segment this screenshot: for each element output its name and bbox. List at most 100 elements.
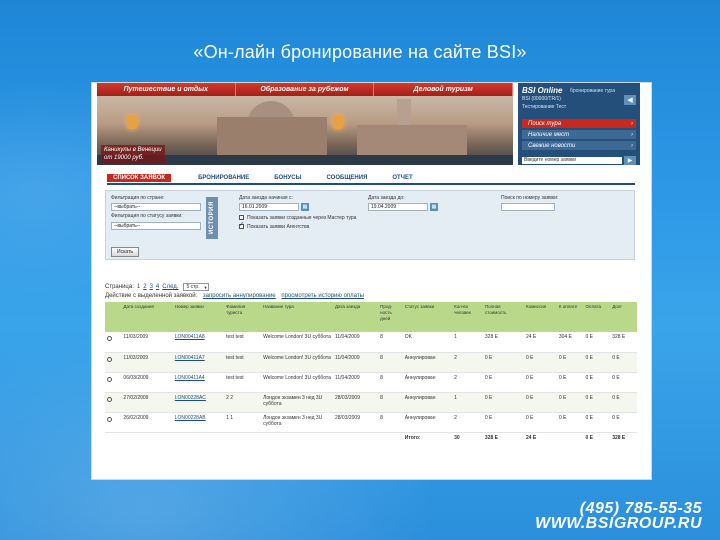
page-link-2[interactable]: 2 [143, 284, 146, 290]
table-cell[interactable]: LON00411A4 [172, 372, 225, 393]
tab-report[interactable]: ОТЧЕТ [392, 175, 412, 181]
topnav-business[interactable]: Деловой туризм [374, 83, 514, 96]
calendar-icon[interactable]: ▦ [301, 203, 309, 211]
table-cell: 0 Е [523, 352, 557, 373]
date-to-input[interactable]: 19.04.2009 [368, 203, 428, 211]
calendar-icon[interactable]: ▦ [430, 203, 438, 211]
arrow-right-icon[interactable]: ▶ [624, 156, 636, 165]
pagination-label: Страница: [105, 284, 134, 290]
country-select[interactable]: --выбрать-- [111, 203, 201, 211]
row-radio[interactable] [107, 376, 112, 382]
table-header-row: Дата создания Номер заявки Фамилия турис… [105, 302, 637, 332]
menu-item-tour-search[interactable]: Поиск тура › [522, 119, 636, 128]
table-cell: 11/03/2009 [121, 332, 173, 353]
table-cell: 2 [452, 412, 483, 433]
header-to-pay: К оплате [556, 302, 584, 332]
chevron-down-icon: ▼ [203, 284, 208, 290]
page-link-3[interactable]: 3 [150, 284, 153, 290]
tab-bonuses[interactable]: БОНУСЫ [274, 175, 301, 181]
table-cell: Аннулирован [402, 352, 453, 373]
order-search-input[interactable] [501, 203, 555, 211]
table-row[interactable]: 11/03/2009 LON00411A7 test test Welcome Lon… [105, 352, 637, 373]
orders-table: Дата создания Номер заявки Фамилия турис… [105, 302, 637, 443]
total-cell [121, 432, 172, 443]
status-select[interactable]: --выбрать-- [111, 222, 201, 230]
tab-messages[interactable]: СООБЩЕНИЯ [326, 175, 367, 181]
next-page-link[interactable]: След. [162, 284, 178, 290]
total-cell: 328 Е [612, 434, 626, 441]
order-search-label: Поиск по номеру заявки: [501, 195, 559, 201]
master-tour-label: Показать заявки созданные через Мастер т… [247, 215, 357, 221]
footer-url: WWW.BSIGROUP.RU [535, 515, 702, 532]
table-cell: 24 Е [523, 332, 557, 353]
master-tour-checkbox[interactable] [239, 215, 244, 220]
top-nav: Путешествие и отдых Образование за рубеж… [97, 83, 514, 96]
row-select-cell [105, 392, 122, 413]
table-cell[interactable]: LON00411A8 [172, 332, 225, 353]
row-radio[interactable] [107, 396, 112, 402]
date-from-input[interactable]: 16.01.2009 [239, 203, 299, 211]
total-cell [333, 432, 378, 443]
bsi-agency-code: BSI (00000/TR/1) [522, 96, 561, 102]
arrow-left-icon[interactable]: ◀ [624, 95, 636, 105]
per-page-select[interactable]: 5 стр. ▼ [183, 283, 210, 291]
payment-history-link[interactable]: просмотреть историю оплаты [281, 293, 364, 299]
chevron-right-icon: › [631, 131, 633, 138]
table-row[interactable]: 11/03/2009 LON00411A8 test test Welcome Lon… [105, 332, 637, 353]
search-button[interactable]: Искать [111, 247, 139, 257]
row-radio[interactable] [107, 336, 112, 341]
table-cell: 2 [452, 352, 483, 373]
table-row[interactable]: 26/02/2009 LON00228AB 1 1 Лондон экзамен 3 … [105, 412, 637, 433]
table-cell: 2 2 [224, 392, 262, 413]
table-cell: 28/03/2009 [332, 412, 379, 433]
history-stamp: ИСТОРИЯ [206, 197, 218, 239]
table-cell: 27/02/2009 [121, 392, 173, 413]
page-link-4[interactable]: 4 [156, 284, 159, 290]
table-cell[interactable]: LON00411A7 [172, 352, 225, 373]
date-to-label: Дата заезда до: [368, 195, 405, 201]
table-cell: 11/03/2009 [121, 352, 173, 373]
table-cell: 0 Е [610, 372, 637, 393]
browser-screenshot: Каникулы в Венеции от 19000 руб. Путешес… [91, 82, 652, 480]
table-cell: 0 Е [482, 412, 524, 433]
total-cell [105, 432, 121, 443]
table-body: 11/03/2009 LON00411A8 test test Welcome Lon… [105, 332, 637, 443]
date-from-label: Дата заезда начиная с: [239, 195, 293, 201]
table-cell: 328 Е [482, 332, 524, 353]
table-cell: 0 Е [556, 392, 584, 413]
table-cell: 0 Е [556, 352, 584, 373]
table-cell: test test [224, 352, 262, 373]
table-cell: 0 Е [583, 372, 611, 393]
table-row[interactable]: 06/03/2009 LON00411A4 test test Welcome Lon… [105, 372, 637, 393]
order-number-input[interactable]: Введите номер заявки [522, 157, 622, 164]
total-cell: Итого: [404, 434, 421, 441]
table-cell: 0 Е [583, 332, 611, 353]
total-cell: 24 Е [525, 434, 537, 441]
table-cell: 8 [378, 352, 403, 373]
agency-orders-checkbox[interactable] [239, 221, 244, 229]
request-cancel-link[interactable]: запросить аннулирование [203, 293, 276, 299]
menu-item-availability[interactable]: Наличие мест › [522, 130, 636, 139]
tab-booking[interactable]: БРОНИРОВАНИЕ [198, 175, 249, 181]
row-radio[interactable] [107, 356, 112, 362]
table-row[interactable]: 27/02/2009 LON00228AC 2 2 Лондон экзамен 3 … [105, 392, 637, 413]
lamp-icon [333, 115, 343, 129]
table-cell[interactable]: LON00228AC [172, 392, 225, 413]
row-radio[interactable] [107, 416, 112, 422]
table-cell: 0 Е [556, 412, 584, 433]
tab-order-list[interactable]: СПИСОК ЗАЯВОК [107, 174, 172, 182]
page-link-1[interactable]: 1 [137, 284, 140, 290]
header-tour-name: Название тура [261, 302, 333, 332]
promo-caption[interactable]: Каникулы в Венеции от 19000 руб. [101, 145, 165, 163]
table-cell: 8 [378, 392, 403, 413]
table-cell: 1 1 [224, 412, 262, 433]
table-cell: 0 Е [583, 412, 611, 433]
topnav-education[interactable]: Образование за рубежом [236, 83, 375, 96]
topnav-travel[interactable]: Путешествие и отдых [97, 83, 236, 96]
table-cell: 0 Е [482, 392, 524, 413]
menu-item-news[interactable]: Свежие новости › [522, 141, 636, 150]
table-cell: Аннулирован [402, 372, 453, 393]
table-cell[interactable]: LON00228AB [172, 412, 225, 433]
table-cell: 06/03/2009 [121, 372, 173, 393]
table-cell: test test [224, 332, 262, 353]
